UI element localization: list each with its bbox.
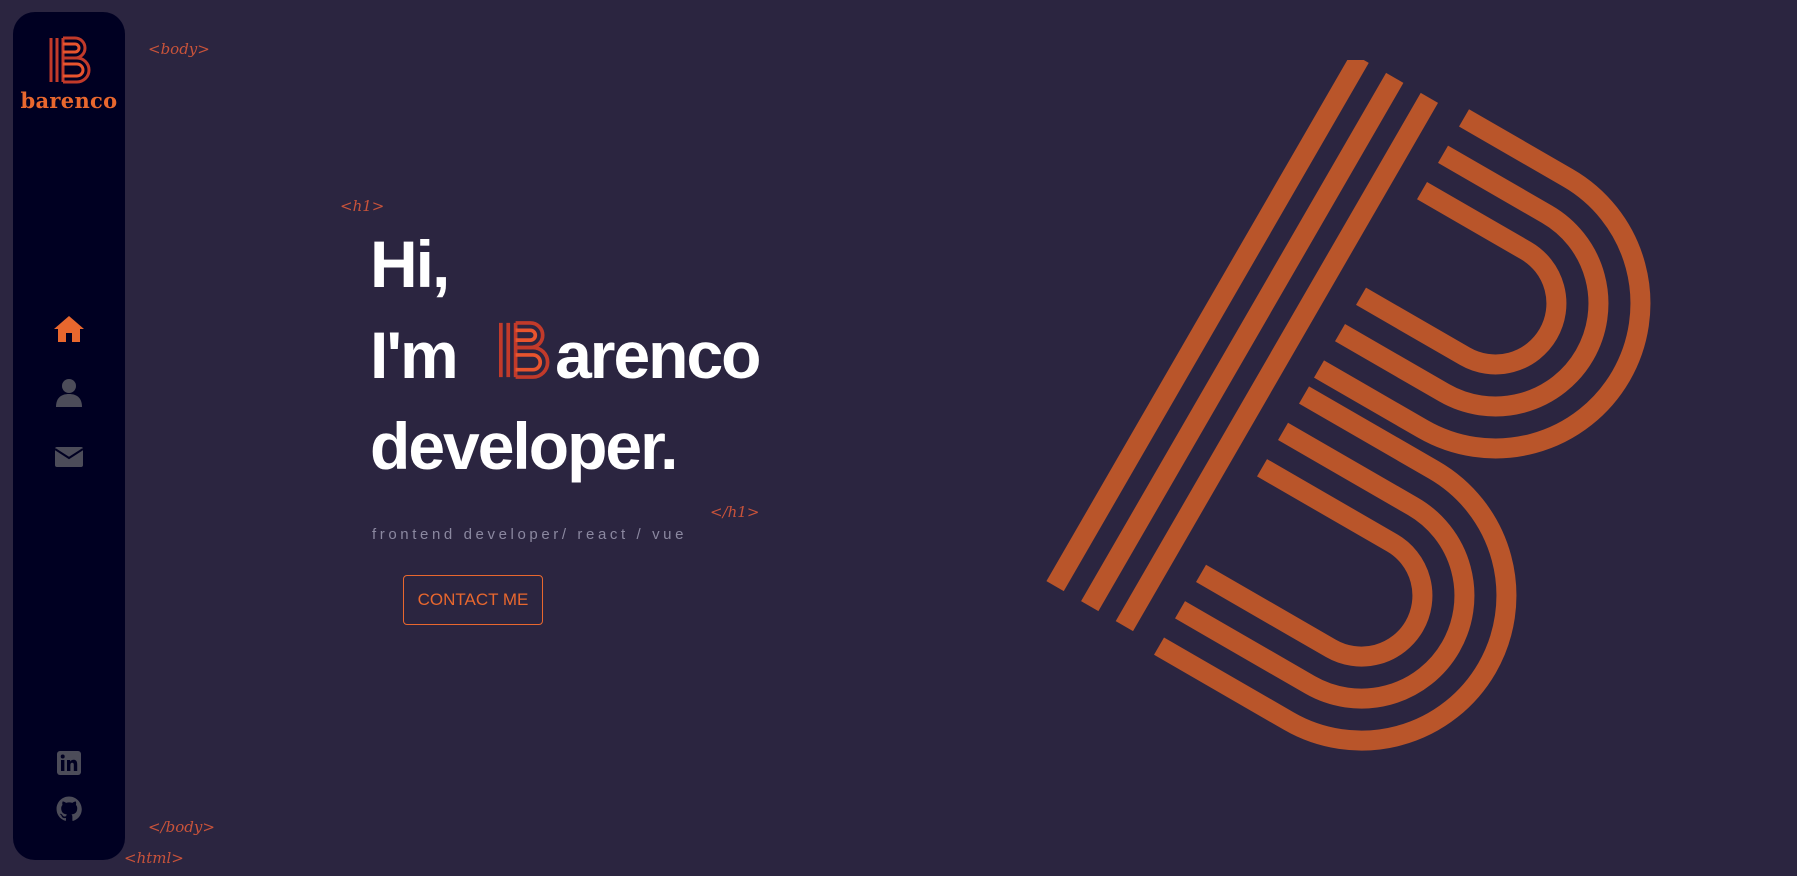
nav-item-contact[interactable] (13, 425, 125, 489)
user-icon (56, 379, 82, 407)
brand-name: barenco (20, 88, 118, 113)
nav-item-about[interactable] (13, 361, 125, 425)
big-b-logo (1046, 60, 1651, 751)
headline-line-1: Hi, (370, 227, 450, 301)
envelope-icon (54, 447, 84, 467)
nav-item-home[interactable] (13, 297, 125, 361)
body-open-tag: <body> (148, 40, 210, 58)
body-close-tag: </body> (148, 818, 215, 836)
hero-headline: Hi, I'm arenco developer. (370, 225, 762, 498)
home-icon (54, 316, 84, 342)
social-links (13, 740, 125, 832)
github-link[interactable] (13, 786, 125, 832)
linkedin-icon (57, 751, 81, 775)
brand-logo-mark (49, 36, 91, 84)
contact-me-button[interactable]: CONTACT ME (403, 575, 543, 625)
headline-name: arenco (555, 318, 761, 392)
sidebar-nav (13, 297, 125, 489)
headline-prefix: I'm (370, 318, 459, 392)
sidebar: barenco (13, 12, 125, 860)
linkedin-link[interactable] (13, 740, 125, 786)
headline-line-3: developer. (370, 409, 678, 483)
h1-open-tag: <h1> (340, 197, 385, 215)
github-icon (56, 796, 82, 821)
html-close-tag: <html> (124, 849, 184, 867)
hero-subtitle: frontend developer/ react / vue (372, 526, 688, 543)
letter-b-logo-icon (499, 321, 550, 379)
headline-line-2: I'm arenco (370, 316, 762, 407)
brand-logo[interactable]: barenco (13, 34, 125, 113)
h1-close-tag: </h1> (710, 503, 760, 521)
